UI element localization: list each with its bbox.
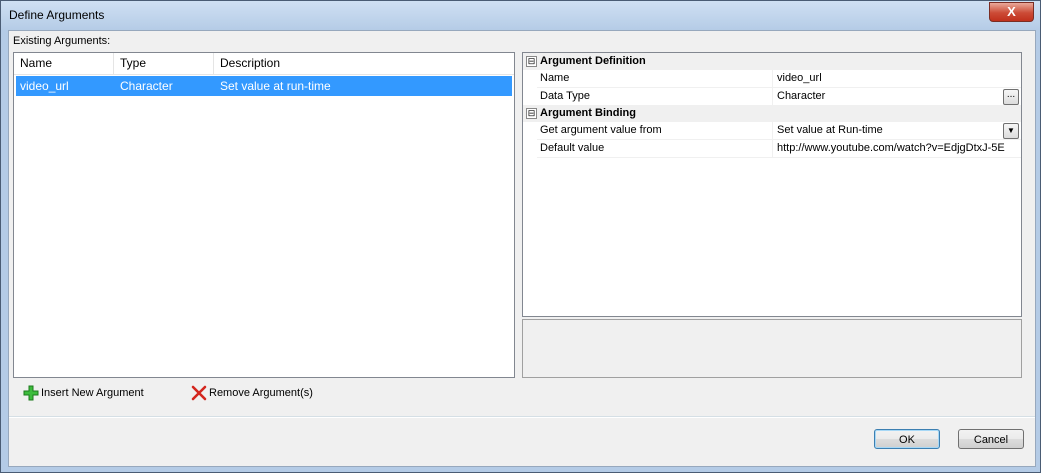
property-value[interactable]: Set value at Run-time bbox=[777, 122, 1005, 139]
divider bbox=[9, 416, 1035, 418]
property-row-default-value[interactable]: Default value http://www.youtube.com/wat… bbox=[537, 140, 1021, 158]
property-key: Get argument value from bbox=[540, 124, 662, 136]
column-header-type[interactable]: Type bbox=[114, 53, 214, 74]
column-header-name[interactable]: Name bbox=[14, 53, 114, 74]
cell-name: video_url bbox=[20, 79, 69, 93]
property-key: Name bbox=[540, 72, 570, 84]
define-arguments-window: Define Arguments X Existing Arguments: N… bbox=[0, 0, 1041, 473]
insert-argument-button[interactable]: Insert New Argument bbox=[23, 384, 163, 402]
property-key: Data Type bbox=[540, 90, 590, 102]
column-separator bbox=[772, 140, 773, 157]
dialog-body: Existing Arguments: Name Type Descriptio… bbox=[8, 30, 1036, 467]
remove-argument-button[interactable]: Remove Argument(s) bbox=[191, 384, 331, 402]
property-row-get-value-from[interactable]: Get argument value from Set value at Run… bbox=[537, 122, 1021, 140]
property-value[interactable]: http://www.youtube.com/watch?v=EdjgDtxJ-… bbox=[777, 140, 1005, 157]
property-description-panel bbox=[522, 319, 1022, 378]
column-separator bbox=[772, 88, 773, 105]
property-grid[interactable]: ⊟ Argument Definition Name video_url Dat… bbox=[522, 52, 1022, 317]
property-row-name[interactable]: Name video_url bbox=[537, 70, 1021, 88]
existing-arguments-label: Existing Arguments: bbox=[13, 35, 111, 47]
plus-icon bbox=[23, 385, 39, 401]
category-label: Argument Binding bbox=[540, 107, 636, 119]
insert-argument-label: Insert New Argument bbox=[41, 387, 144, 399]
delete-x-icon bbox=[191, 385, 207, 401]
ellipsis-button[interactable]: ... bbox=[1003, 89, 1019, 105]
cancel-button[interactable]: Cancel bbox=[958, 429, 1024, 449]
category-argument-definition[interactable]: ⊟ Argument Definition bbox=[523, 53, 1021, 70]
close-icon: X bbox=[1007, 4, 1016, 19]
chevron-down-icon[interactable]: ▼ bbox=[1003, 123, 1019, 139]
category-label: Argument Definition bbox=[540, 55, 646, 67]
column-separator bbox=[772, 70, 773, 87]
collapse-icon[interactable]: ⊟ bbox=[526, 108, 537, 119]
collapse-icon[interactable]: ⊟ bbox=[526, 56, 537, 67]
property-key: Default value bbox=[540, 142, 605, 154]
column-separator bbox=[772, 122, 773, 139]
category-argument-binding[interactable]: ⊟ Argument Binding bbox=[523, 105, 1021, 122]
list-header: Name Type Description bbox=[14, 53, 514, 75]
cell-type: Character bbox=[120, 79, 173, 93]
remove-argument-label: Remove Argument(s) bbox=[209, 387, 313, 399]
cell-description: Set value at run-time bbox=[220, 79, 331, 93]
property-value[interactable]: video_url bbox=[777, 70, 1005, 87]
window-title: Define Arguments bbox=[9, 8, 105, 22]
ok-button[interactable]: OK bbox=[874, 429, 940, 449]
table-row[interactable]: video_url Character Set value at run-tim… bbox=[16, 76, 512, 96]
property-value[interactable]: Character bbox=[777, 88, 1005, 105]
close-button[interactable]: X bbox=[989, 2, 1034, 22]
column-header-description[interactable]: Description bbox=[214, 53, 514, 74]
property-row-data-type[interactable]: Data Type Character ... bbox=[537, 88, 1021, 106]
title-bar[interactable]: Define Arguments X bbox=[1, 1, 1040, 29]
arguments-list[interactable]: Name Type Description video_url Characte… bbox=[13, 52, 515, 378]
